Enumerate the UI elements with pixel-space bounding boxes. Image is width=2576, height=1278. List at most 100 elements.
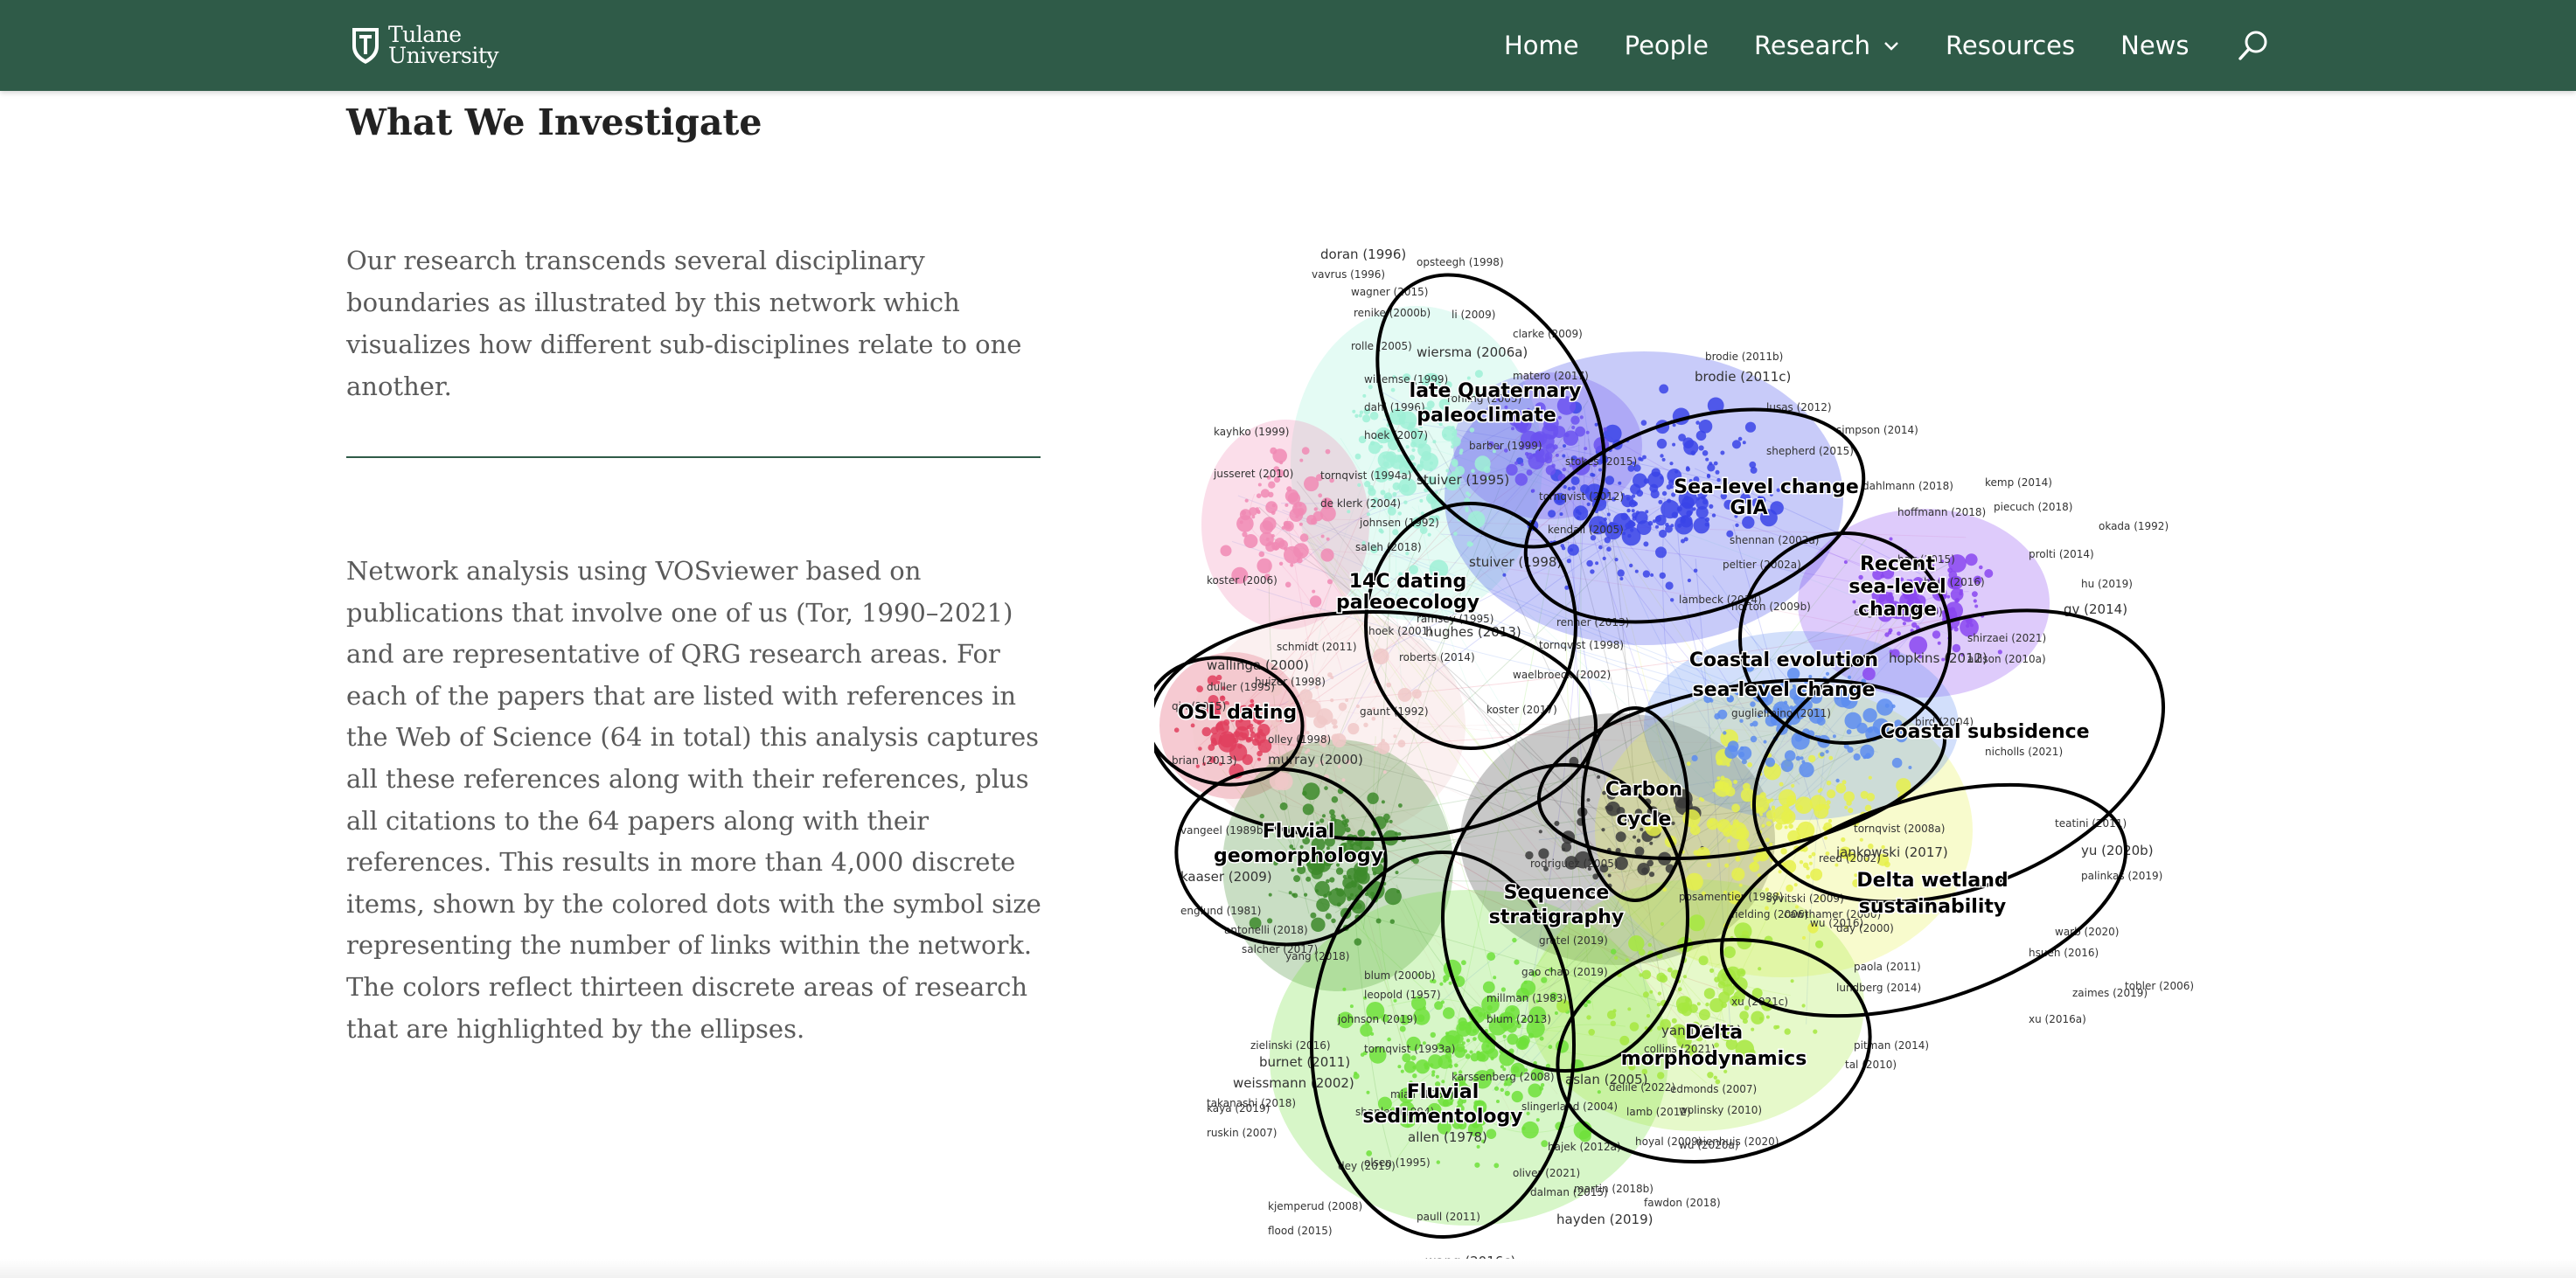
network-node <box>1575 509 1580 514</box>
network-node <box>1354 938 1362 946</box>
network-node <box>1256 493 1262 498</box>
logo-wordmark: Tulane University <box>388 24 499 66</box>
network-node <box>1452 461 1459 468</box>
network-node <box>1693 568 1698 573</box>
network-node <box>1598 468 1602 472</box>
nav-research-label: Research <box>1754 31 1871 60</box>
network-node <box>1660 499 1680 519</box>
network-node <box>1665 523 1669 527</box>
network-node <box>1699 796 1702 801</box>
network-svg: doran (1996) opsteegh (1998) vavrus (1996)… <box>1154 247 2194 1269</box>
network-node <box>1493 1163 1500 1169</box>
node-label: peltier (2002a) <box>1723 559 1801 571</box>
network-node <box>1635 511 1640 515</box>
network-node <box>1669 462 1674 466</box>
network-node <box>1430 1063 1434 1067</box>
network-node <box>1298 522 1303 526</box>
nav-home[interactable]: Home <box>1504 31 1579 60</box>
network-node <box>1268 481 1276 489</box>
network-node <box>1333 725 1338 729</box>
network-node <box>1521 1121 1539 1139</box>
network-node <box>1806 874 1811 879</box>
network-node <box>1823 836 1828 840</box>
network-node <box>1555 453 1559 457</box>
network-node <box>1421 451 1431 462</box>
node-label: allison (2010a) <box>1967 653 2046 665</box>
network-node <box>1800 756 1804 761</box>
network-node <box>1627 533 1632 538</box>
cluster-label: Coastal subsidence <box>1880 721 2089 743</box>
network-node <box>1290 563 1294 567</box>
search-icon[interactable] <box>2237 29 2270 62</box>
network-node <box>1947 567 1953 573</box>
node-label: barber (1999) <box>1469 440 1542 452</box>
network-node <box>1397 1065 1402 1069</box>
cluster-label: geomorphology <box>1214 845 1383 867</box>
network-node <box>1891 704 1896 709</box>
network-node <box>1347 510 1351 514</box>
network-node <box>1758 967 1762 971</box>
network-node <box>1528 453 1545 470</box>
network-node <box>1548 510 1556 518</box>
network-node <box>1659 572 1666 580</box>
node-label: hu (2019) <box>2081 578 2133 590</box>
network-node <box>1682 437 1694 448</box>
network-node <box>1335 867 1344 875</box>
network-node <box>1411 448 1416 452</box>
network-node <box>1656 438 1667 449</box>
network-node <box>1695 420 1700 425</box>
network-node <box>1305 876 1312 882</box>
network-node <box>1825 749 1829 754</box>
node-label: koster (2006) <box>1207 574 1278 587</box>
network-node <box>1330 698 1334 703</box>
network-node <box>1470 542 1473 546</box>
network-node <box>1304 893 1308 897</box>
network-node <box>1252 727 1258 733</box>
network-node <box>1396 889 1401 893</box>
nav-people[interactable]: People <box>1625 31 1709 60</box>
network-node <box>1559 512 1563 517</box>
network-node <box>1326 879 1330 884</box>
network-node <box>1563 444 1566 448</box>
network-node <box>1789 814 1793 818</box>
network-node <box>1523 980 1528 984</box>
network-node <box>1461 960 1466 966</box>
network-node <box>1765 1015 1770 1019</box>
nav-home-label: Home <box>1504 31 1579 60</box>
network-node <box>1984 569 1994 578</box>
nav-research[interactable]: Research <box>1754 31 1900 60</box>
cluster-label: paleoecology <box>1336 592 1479 614</box>
network-node <box>1597 774 1601 779</box>
network-node <box>1765 837 1770 843</box>
network-node <box>1500 1087 1504 1092</box>
network-node <box>1686 510 1693 517</box>
network-node <box>1827 789 1836 799</box>
nav-resources[interactable]: Resources <box>1946 31 2075 60</box>
node-label: hoffmann (2018) <box>1897 506 1986 518</box>
node-label: yang (2018) <box>1285 950 1349 962</box>
node-label: tornqvist (1993a) <box>1364 1043 1455 1055</box>
network-node <box>1369 892 1375 897</box>
network-node <box>1677 987 1682 992</box>
network-node <box>1357 885 1363 891</box>
network-node <box>1367 512 1370 517</box>
network-node <box>1304 476 1319 492</box>
network-node <box>1735 856 1741 862</box>
network-node <box>1411 689 1422 699</box>
node-label: blum (2000b) <box>1364 969 1436 982</box>
node-label: hughes (2013) <box>1425 624 1521 640</box>
network-node <box>1431 1073 1435 1077</box>
network-node <box>1408 421 1416 429</box>
tulane-logo[interactable]: Tulane University <box>350 19 499 72</box>
network-node <box>1731 867 1745 881</box>
nav-news[interactable]: News <box>2120 31 2189 60</box>
network-node <box>1331 918 1336 923</box>
network-node <box>1359 410 1364 414</box>
network-node <box>1562 847 1566 851</box>
network-node <box>1330 814 1336 820</box>
network-node <box>1844 805 1848 809</box>
network-node <box>1380 490 1386 496</box>
network-node <box>1243 534 1258 548</box>
network-node <box>1285 581 1291 588</box>
network-node <box>1614 558 1619 562</box>
